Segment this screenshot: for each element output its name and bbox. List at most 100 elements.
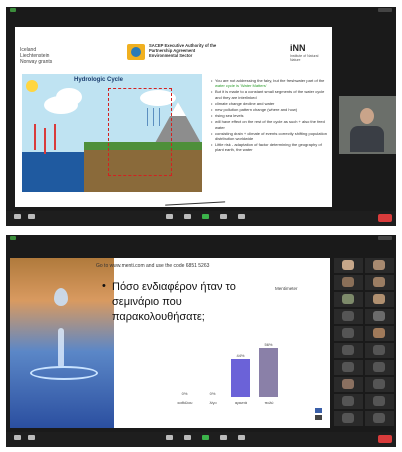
microphone-icon[interactable]: [14, 214, 21, 219]
participant-tile[interactable]: [365, 411, 394, 426]
globe-icon: [131, 47, 141, 57]
participant-tile[interactable]: [365, 292, 394, 307]
avatar: [373, 413, 385, 423]
logo-sacep: SACEP Executive Authority of the Partner…: [127, 42, 217, 66]
bullet-item: You are not addressing the fairy, but th…: [211, 78, 329, 88]
participant-tile[interactable]: [365, 275, 394, 290]
avatar: [342, 396, 354, 406]
logo-sacep-text: SACEP Executive Authority of the Partner…: [149, 43, 217, 58]
avatar: [373, 345, 385, 355]
security-icon[interactable]: [10, 8, 16, 12]
share-screen-icon[interactable]: [202, 435, 209, 440]
droplet-icon: [54, 288, 68, 306]
participant-tile[interactable]: [365, 309, 394, 324]
avatar: [373, 294, 385, 304]
participant-tile[interactable]: [365, 258, 394, 273]
chart-value-label: 0%: [181, 391, 188, 396]
reactions-icon[interactable]: [238, 214, 245, 219]
participant-tile[interactable]: [334, 309, 363, 324]
participant-tile[interactable]: [334, 394, 363, 409]
annotation-stroke: [164, 195, 226, 206]
bullet-item: But it is made to a constant small segme…: [211, 89, 329, 99]
participants-icon[interactable]: [166, 214, 173, 219]
avatar: [373, 311, 385, 321]
record-icon[interactable]: [220, 214, 227, 219]
video-icon[interactable]: [28, 435, 35, 440]
participant-tile[interactable]: [334, 343, 363, 358]
reactions-icon[interactable]: [238, 435, 245, 440]
cloud-icon: [56, 88, 82, 106]
participant-tile[interactable]: [334, 275, 363, 290]
splash-ring: [30, 366, 98, 380]
chart-value-label: 56%: [264, 342, 273, 347]
participant-tile[interactable]: [365, 377, 394, 392]
mentimeter-brand: Mentimeter: [275, 286, 298, 291]
participant-tile[interactable]: [334, 377, 363, 392]
window-titlebar: [6, 7, 396, 14]
sun-icon: [26, 80, 38, 92]
hydrologic-cycle-diagram: Hydrologic Cycle: [22, 74, 202, 192]
microphone-icon[interactable]: [14, 435, 21, 440]
avatar: [342, 345, 354, 355]
speaker-video-tile[interactable]: [339, 96, 396, 154]
avatar: [373, 362, 385, 372]
menti-logo-icon: [315, 408, 322, 413]
speaker-body: [350, 126, 384, 152]
chart-category-label: καθόλου: [177, 400, 193, 405]
meeting-window-2: Go to www.menti.com and use the code 685…: [6, 235, 396, 447]
chat-icon[interactable]: [184, 214, 191, 219]
water-drop-image: [10, 258, 114, 428]
participant-tile[interactable]: [365, 326, 394, 341]
avatar: [342, 294, 354, 304]
avatar: [342, 362, 354, 372]
highlight-box: [108, 88, 172, 176]
leave-button[interactable]: [378, 214, 392, 222]
participant-tile[interactable]: [334, 360, 363, 375]
participant-tile[interactable]: [334, 292, 363, 307]
slide-bullet-list: You are not addressing the fairy, but th…: [211, 78, 329, 154]
avatar: [342, 413, 354, 423]
menti-code-text: Go to www.menti.com and use the code 685…: [96, 263, 210, 269]
share-screen-icon[interactable]: [202, 214, 209, 219]
leave-button[interactable]: [378, 435, 392, 443]
shared-slide: Iceland Liechtenstein Norway grants SACE…: [15, 27, 332, 207]
participant-gallery: [334, 258, 394, 433]
speaker-head: [360, 108, 374, 124]
shared-slide: Go to www.menti.com and use the code 685…: [10, 258, 330, 428]
participant-tile[interactable]: [365, 394, 394, 409]
bullet-item: Little risk - adaptation of factor deter…: [211, 142, 329, 152]
chart-category-label: πολύ: [264, 400, 274, 405]
avatar: [342, 260, 354, 270]
poll-question: Πόσο ενδιαφέρον ήταν το σεμινάριο που πα…: [112, 281, 236, 323]
participants-icon[interactable]: [166, 435, 173, 440]
view-toggle-icon[interactable]: [378, 236, 392, 240]
evaporation-arrow-icon: [54, 124, 56, 150]
meeting-toolbar: [6, 432, 396, 447]
participant-tile[interactable]: [365, 343, 394, 358]
chart-value-label: 0%: [209, 391, 216, 396]
bullet-item: rising sea levels: [211, 113, 329, 118]
video-icon[interactable]: [28, 214, 35, 219]
view-toggle-icon[interactable]: [378, 8, 392, 12]
avatar: [373, 328, 385, 338]
slide-controls: [315, 408, 323, 422]
evaporation-arrow-icon: [34, 124, 36, 150]
splash-column: [58, 328, 64, 368]
participant-tile[interactable]: [334, 326, 363, 341]
avatar: [342, 328, 354, 338]
participant-tile[interactable]: [334, 411, 363, 426]
avatar: [342, 311, 354, 321]
chat-icon[interactable]: [184, 435, 191, 440]
bullet-item: will have effect on the rest of the cycl…: [211, 119, 329, 129]
security-icon[interactable]: [10, 236, 16, 240]
participant-tile[interactable]: [334, 258, 363, 273]
avatar: [373, 277, 385, 287]
window-titlebar: [6, 235, 396, 242]
avatar: [373, 396, 385, 406]
logo-iceland-liechtenstein-norway: Iceland Liechtenstein Norway grants: [20, 47, 53, 65]
bullet-item: new pollution pattern change (where and …: [211, 107, 329, 112]
participant-tile[interactable]: [365, 360, 394, 375]
chart-value-label: 44%: [236, 353, 245, 358]
record-icon[interactable]: [220, 435, 227, 440]
bullet-item: climate change decline and water: [211, 101, 329, 106]
